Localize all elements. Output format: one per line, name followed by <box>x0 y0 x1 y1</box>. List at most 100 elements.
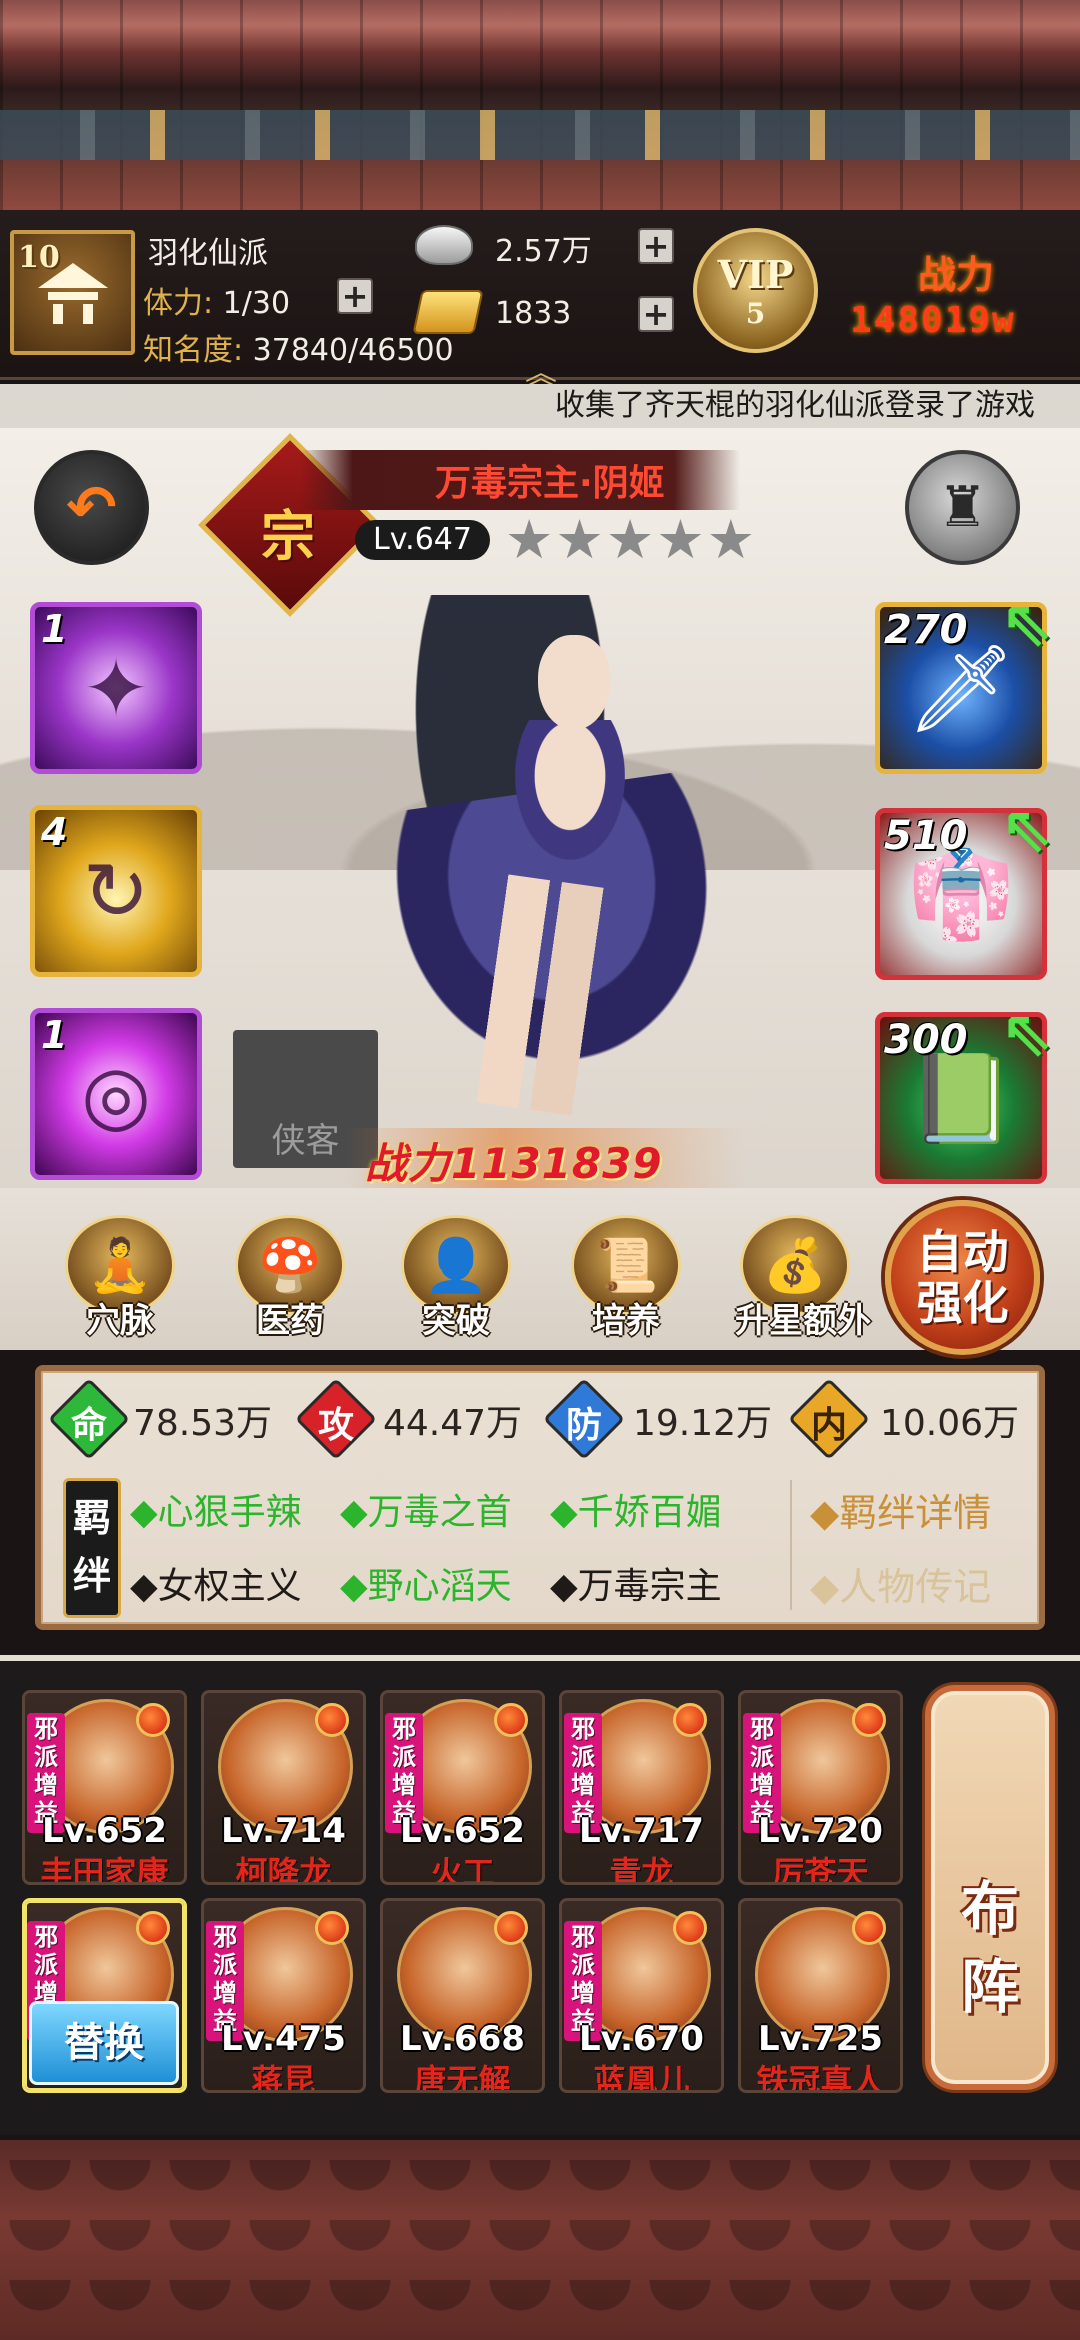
silver-ingot-icon <box>415 225 473 265</box>
life-value: 78.53万 <box>133 1403 273 1444</box>
member-level: Lv.725 <box>758 2019 883 2059</box>
medicine-button[interactable]: 🍄 医药 <box>230 1215 350 1342</box>
gold-amount: 1833 <box>495 296 572 331</box>
internal-gem-char: 内 <box>810 1405 847 1446</box>
meridian-button[interactable]: 🧘 穴脉 <box>60 1215 180 1342</box>
action-label: 培养 <box>592 1301 660 1341</box>
equip-slot-book[interactable]: 📗 300 ⇖ <box>875 997 1054 1184</box>
bond-tag: 羁 绊 <box>63 1478 121 1618</box>
bond-tag-char-1: 羁 <box>72 1496 111 1540</box>
member-name: 蒋昆 <box>251 2062 316 2093</box>
announcement-marquee: 收集了齐天棍的羽化仙派登录了游戏 <box>0 384 1080 428</box>
team-member-card[interactable]: 邪派增益 Lv.720 厉苍天 <box>738 1690 903 1885</box>
formation-char-1: 布 <box>960 1875 1019 1943</box>
team-member-card[interactable]: Lv.668 唐无解 <box>380 1898 545 2093</box>
equip-slot-armor[interactable]: 👘 510 ⇖ <box>875 793 1054 980</box>
member-name: 火工 <box>430 1854 495 1885</box>
roof-window-band <box>0 110 1080 160</box>
status-dot-icon <box>673 1703 707 1737</box>
status-dot-icon <box>136 1911 170 1945</box>
upgrade-arrow-icon: ⇖ <box>1000 793 1054 867</box>
upgrade-arrow-icon: ⇖ <box>1000 997 1054 1071</box>
bottom-roof-decoration <box>0 2140 1080 2340</box>
add-gold-button[interactable]: + <box>638 296 674 332</box>
status-dot-icon <box>494 1911 528 1945</box>
fame-label: 知名度: <box>143 333 244 368</box>
skill-slot-3[interactable]: ◎ 1 <box>30 1008 202 1180</box>
formation-char-2: 阵 <box>960 1953 1019 2021</box>
bond-trait: ◆万毒宗主 <box>550 1566 722 1607</box>
action-label: 突破 <box>422 1301 490 1341</box>
power-value: 148019w <box>850 300 1016 341</box>
guild-level: 10 <box>18 240 60 275</box>
equip-slot-weapon[interactable]: 🗡 270 ⇖ <box>875 587 1054 774</box>
member-name: 蓝凰儿 <box>593 2062 690 2093</box>
defense-gem-char: 防 <box>565 1405 602 1446</box>
team-member-card[interactable]: Lv.714 柯降龙 <box>201 1690 366 1885</box>
skill-slot-2[interactable]: ↻ 4 <box>30 805 202 977</box>
bond-trait: ◆野心滔天 <box>340 1566 512 1607</box>
skill-level: 1 <box>41 1013 68 1057</box>
stamina-value: 1/30 <box>222 286 291 321</box>
vip-level: 5 <box>745 296 766 330</box>
team-member-card[interactable]: 邪派增 替换 <box>22 1898 187 2093</box>
vip-badge[interactable]: VIP 5 <box>693 228 818 353</box>
team-member-card[interactable]: 邪派增益 Lv.670 蓝凰儿 <box>559 1898 724 2093</box>
team-member-card[interactable]: 邪派增益 Lv.652 丰田家康 <box>22 1690 187 1885</box>
member-name: 铁冠真人 <box>756 2062 885 2093</box>
bond-trait: ◆心狠手辣 <box>130 1492 302 1533</box>
fame-value: 37840/46500 <box>252 333 454 368</box>
team-member-card[interactable]: 邪派增益 Lv.717 青龙 <box>559 1690 724 1885</box>
star-up-extra-button[interactable]: 💰 升星额外 <box>735 1215 871 1342</box>
internal-value: 10.06万 <box>880 1403 1020 1444</box>
replace-button[interactable]: 替换 <box>29 2001 179 2085</box>
member-name: 柯降龙 <box>235 1854 332 1885</box>
action-label: 穴脉 <box>86 1301 154 1341</box>
back-arrow-icon: ↶ <box>66 472 117 543</box>
fame-row: 知名度: 37840/46500 <box>143 325 454 369</box>
auto-enhance-button[interactable]: 自动 强化 <box>885 1200 1040 1355</box>
equip-level: 510 <box>884 813 968 859</box>
add-silver-button[interactable]: + <box>638 228 674 264</box>
team-member-card[interactable]: 邪派增益 Lv.475 蒋昆 <box>201 1898 366 2093</box>
formation-label: 布 阵 <box>925 1870 1055 2026</box>
skill-slot-1[interactable]: ✦ 1 <box>30 602 202 774</box>
action-label: 医药 <box>256 1301 324 1341</box>
defense-value: 19.12万 <box>633 1403 773 1444</box>
hero-face <box>538 635 610 730</box>
equip-level: 300 <box>884 1017 968 1063</box>
life-gem-char: 命 <box>70 1405 107 1446</box>
armor-icon: ♜ <box>937 475 988 540</box>
member-name: 唐无解 <box>414 2062 511 2093</box>
power-label: 战力 <box>918 253 995 297</box>
member-level: Lv.652 <box>400 1811 525 1851</box>
stamina-row: 体力: 1/30 <box>143 278 290 322</box>
member-name: 丰田家康 <box>40 1854 169 1885</box>
biography-link[interactable]: ◆人物传记 <box>810 1556 991 1611</box>
hero-name: 万毒宗主·阴姬 <box>435 463 665 504</box>
upgrade-arrow-icon: ⇖ <box>1000 587 1054 661</box>
breakthrough-button[interactable]: 👤 突破 <box>396 1215 516 1342</box>
team-member-card[interactable]: Lv.725 铁冠真人 <box>738 1898 903 2093</box>
armor-swap-button[interactable]: ♜ <box>905 450 1020 565</box>
team-member-card[interactable]: 邪派增益 Lv.652 火工 <box>380 1690 545 1885</box>
add-stamina-button[interactable]: + <box>337 278 373 314</box>
member-level: Lv.714 <box>221 1811 346 1851</box>
member-name: 青龙 <box>609 1854 674 1885</box>
player-name: 羽化仙派 <box>148 236 268 271</box>
equip-level: 270 <box>884 607 968 653</box>
announcement-text: 收集了齐天棍的羽化仙派登录了游戏 <box>555 388 1035 423</box>
status-dot-icon <box>315 1703 349 1737</box>
skill-level: 4 <box>41 810 68 854</box>
member-level: Lv.717 <box>579 1811 704 1851</box>
stamina-label: 体力: <box>143 286 214 321</box>
bond-trait: ◆千娇百媚 <box>550 1492 722 1533</box>
back-button[interactable]: ↶ <box>34 450 149 565</box>
bond-details-link[interactable]: ◆羁绊详情 <box>810 1482 991 1537</box>
status-dot-icon <box>136 1703 170 1737</box>
member-level: Lv.670 <box>579 2019 704 2059</box>
vip-label: VIP <box>717 251 794 297</box>
train-button[interactable]: 📜 培养 <box>566 1215 686 1342</box>
hero-torso <box>515 720 625 860</box>
bond-trait: ◆女权主义 <box>130 1566 302 1607</box>
